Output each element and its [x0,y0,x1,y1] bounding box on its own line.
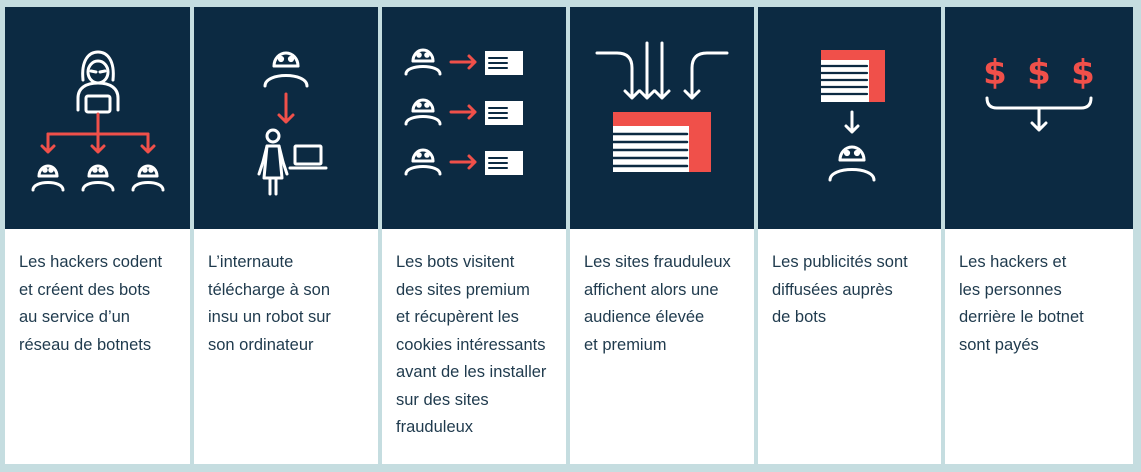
step-4-description: Les sites frauduleux affichent alors une… [570,229,754,464]
step-5-description: Les publicités sont diffusées auprès de … [758,229,941,464]
dollar-sign-icon: $ [983,53,1007,93]
step-2-icon-panel [194,7,378,229]
step-6-line: les personnes [959,280,1062,299]
dollars-paid-icon: $ $ $ [983,53,1095,132]
step-3-line: des sites premium [396,280,530,299]
step-1-line: réseau de botnets [19,335,152,354]
step-1-icon-panel [5,7,190,229]
step-5-line: de bots [772,308,827,326]
step-2-line: insu un robot sur [208,308,331,326]
step-6-line: sont payés [959,335,1039,354]
ads-to-bot-icon [819,50,885,182]
botnet-process-steps: Les hackers codent et créent des bots au… [5,7,1133,464]
step-1-line: au service d’un [19,308,130,326]
user-downloads-robot-icon [257,51,328,196]
hacker-to-bots-icon [31,50,164,192]
step-2-description: L’internaute télécharge à son insu un ro… [194,229,378,464]
step-6-line: derrière le botnet [959,308,1084,326]
step-2-line: télécharge à son [208,280,331,299]
step-2: L’internaute télécharge à son insu un ro… [194,7,378,464]
step-6-line: Les hackers et [959,253,1067,271]
step-5-icon-panel [758,7,941,229]
step-5: Les publicités sont diffusées auprès de … [758,7,941,464]
sites-merge-icon [595,41,729,172]
bots-visit-sites-icon [404,48,523,176]
step-3-line: cookies intéressants [396,335,546,354]
step-2-line: L’internaute [208,253,294,271]
step-4-icon-panel [570,7,754,229]
step-1: Les hackers codent et créent des bots au… [5,7,190,464]
step-5-line: Les publicités sont [772,253,908,271]
step-4-line: affichent alors une [584,280,719,299]
step-4: Les sites frauduleux affichent alors une… [570,7,754,464]
step-2-line: son ordinateur [208,335,314,354]
step-4-line: et premium [584,335,667,354]
step-3-description: Les bots visitent des sites premium et r… [382,229,566,464]
step-6: $ $ $ Les hackers et les personnes derri… [945,7,1133,464]
step-3-line: et récupèrent les [396,308,519,326]
step-3-icon-panel [382,7,566,229]
step-3-line: sur des sites [396,390,489,409]
dollar-sign-icon: $ [1027,53,1051,93]
step-1-description: Les hackers codent et créent des bots au… [5,229,190,464]
step-3: Les bots visitent des sites premium et r… [382,7,566,464]
step-3-line: avant de les installer [396,363,547,381]
step-1-line: Les hackers codent [19,253,163,271]
dollar-sign-icon: $ [1071,53,1095,93]
step-6-icon-panel: $ $ $ [945,7,1133,229]
step-4-line: Les sites frauduleux [584,253,731,271]
step-6-description: Les hackers et les personnes derrière le… [945,229,1133,464]
step-3-line: Les bots visitent [396,253,515,271]
step-3-line: frauduleux [396,418,474,436]
step-1-line: et créent des bots [19,280,151,299]
step-5-line: diffusées auprès [772,280,893,299]
step-4-line: audience élevée [584,308,705,326]
